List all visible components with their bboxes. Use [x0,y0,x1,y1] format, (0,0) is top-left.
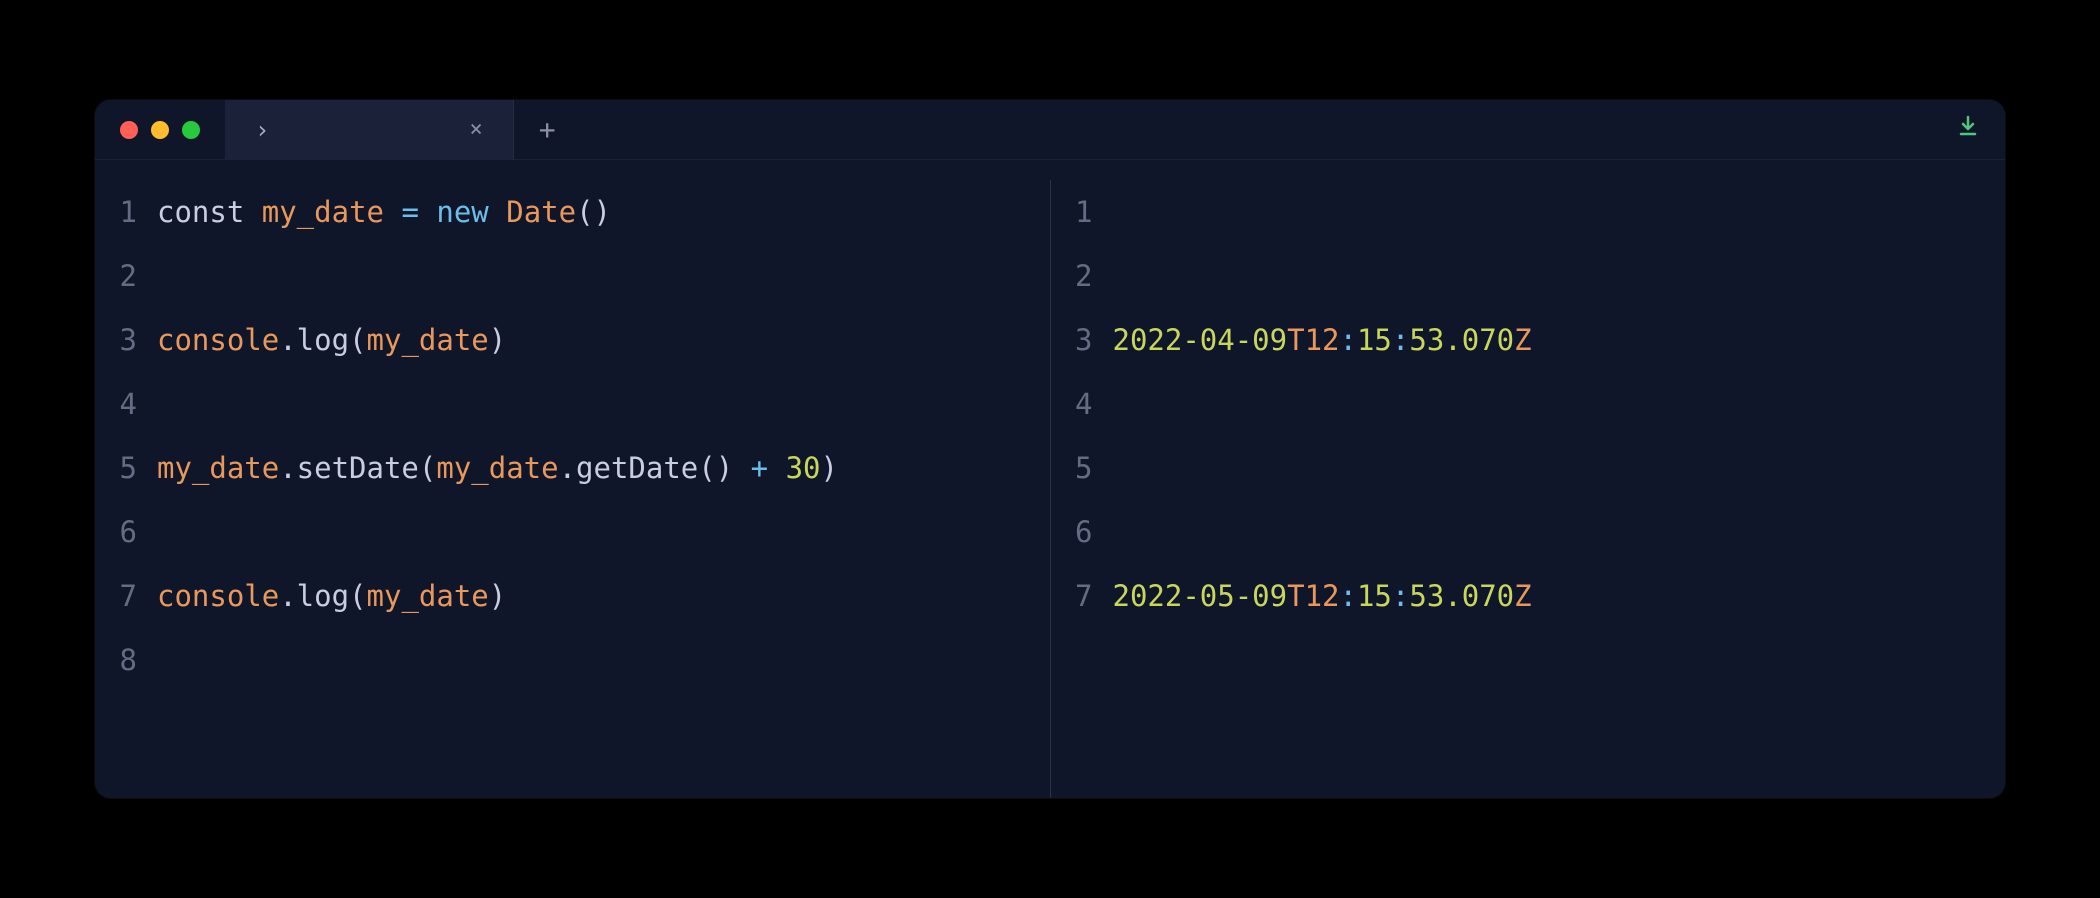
code-line: 8 [95,628,1050,692]
line-content: 2022-04-09T12:15:53.070Z [1113,323,1532,357]
output-pane[interactable]: 1232022-04-09T12:15:53.070Z45672022-05-0… [1051,180,2006,798]
line-number: 3 [1051,323,1113,357]
code-pane[interactable]: 1const my_date = new Date()23console.log… [95,180,1051,798]
active-tab[interactable]: › × [225,100,514,160]
close-window-button[interactable] [120,121,138,139]
line-content: my_date.setDate(my_date.getDate() + 30) [157,451,838,485]
code-line: 32022-04-09T12:15:53.070Z [1051,308,2006,372]
line-number: 7 [95,579,157,613]
code-line: 4 [1051,372,2006,436]
code-line: 6 [95,500,1050,564]
code-line: 4 [95,372,1050,436]
close-tab-icon[interactable]: × [469,117,482,142]
code-line: 6 [1051,500,2006,564]
line-number: 1 [1051,195,1113,229]
line-content: console.log(my_date) [157,323,506,357]
code-line: 72022-05-09T12:15:53.070Z [1051,564,2006,628]
code-line: 5 [1051,436,2006,500]
code-line: 3console.log(my_date) [95,308,1050,372]
line-number: 7 [1051,579,1113,613]
new-tab-button[interactable]: + [514,113,581,146]
line-number: 2 [1051,259,1113,293]
line-number: 4 [95,387,157,421]
line-number: 5 [1051,451,1113,485]
line-content: console.log(my_date) [157,579,506,613]
code-line: 1 [1051,180,2006,244]
code-line: 2 [1051,244,2006,308]
line-number: 3 [95,323,157,357]
code-line: 5my_date.setDate(my_date.getDate() + 30) [95,436,1050,500]
editor-area: 1const my_date = new Date()23console.log… [95,160,2005,798]
minimize-window-button[interactable] [151,121,169,139]
line-content: 2022-05-09T12:15:53.070Z [1113,579,1532,613]
line-number: 1 [95,195,157,229]
line-number: 6 [95,515,157,549]
line-number: 2 [95,259,157,293]
line-content: const my_date = new Date() [157,195,611,229]
code-line: 1const my_date = new Date() [95,180,1050,244]
code-line: 7console.log(my_date) [95,564,1050,628]
tab-title: › [255,116,269,144]
editor-window: › × + 1const my_date = new Date()23conso… [95,100,2005,798]
titlebar: › × + [95,100,2005,160]
traffic-lights [95,121,225,139]
line-number: 4 [1051,387,1113,421]
maximize-window-button[interactable] [182,121,200,139]
download-icon[interactable] [1931,114,2005,145]
line-number: 5 [95,451,157,485]
line-number: 8 [95,643,157,677]
line-number: 6 [1051,515,1113,549]
code-line: 2 [95,244,1050,308]
